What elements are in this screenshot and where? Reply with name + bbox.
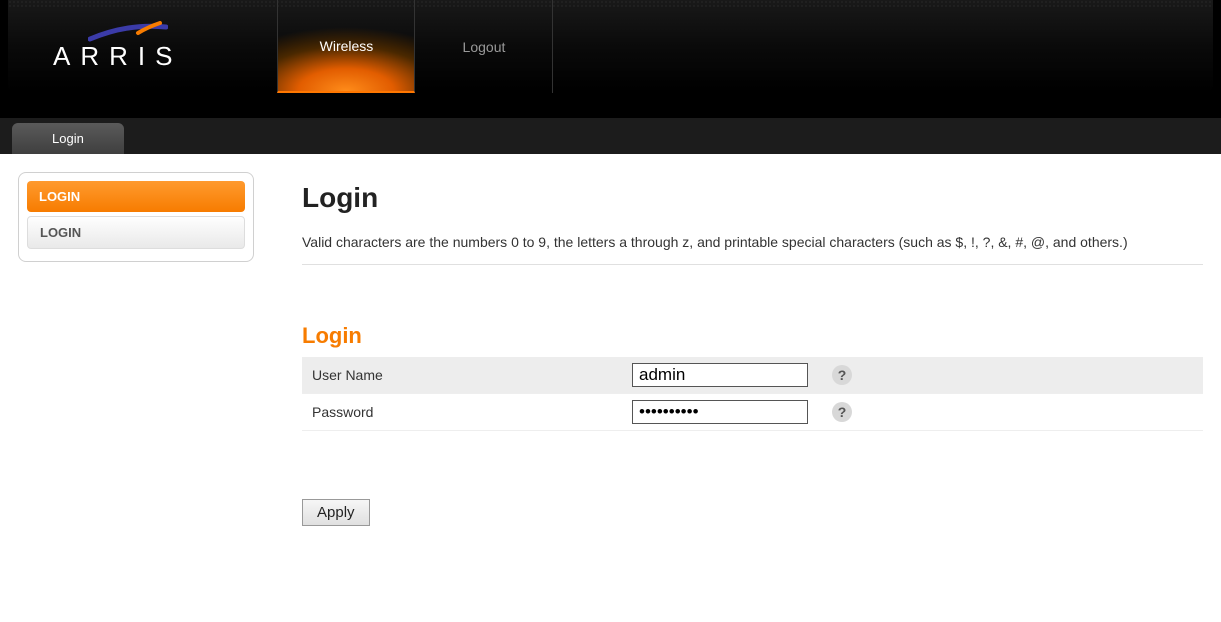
nav-tab-logout[interactable]: Logout: [415, 0, 553, 93]
sidebar-item-label: LOGIN: [39, 189, 80, 204]
password-input[interactable]: [632, 400, 808, 424]
username-input[interactable]: [632, 363, 808, 387]
header-bar: ARRIS Wireless Logout: [8, 0, 1213, 93]
nav-tab-label: Wireless: [320, 38, 374, 54]
sidebar: LOGIN LOGIN: [18, 172, 254, 262]
page-title: Login: [302, 182, 1203, 214]
form-row-username: User Name ?: [302, 357, 1203, 394]
main-content: Login Valid characters are the numbers 0…: [254, 172, 1213, 622]
apply-button[interactable]: Apply: [302, 499, 370, 526]
subnav-tab-login[interactable]: Login: [12, 123, 124, 154]
sidebar-item-login-active[interactable]: LOGIN: [27, 181, 245, 212]
sub-header: Login: [0, 118, 1221, 154]
main-nav: Wireless Logout: [277, 0, 553, 93]
nav-tab-wireless[interactable]: Wireless: [277, 0, 415, 93]
nav-tab-label: Logout: [463, 39, 506, 55]
password-label: Password: [302, 394, 622, 431]
login-form: User Name ? Password ?: [302, 357, 1203, 431]
sidebar-item-label: LOGIN: [40, 225, 81, 240]
username-label: User Name: [302, 357, 622, 394]
form-section-title: Login: [302, 323, 1203, 349]
arris-swoosh-icon: [88, 21, 168, 43]
brand-logo: ARRIS: [53, 21, 182, 72]
sidebar-item-login[interactable]: LOGIN: [27, 216, 245, 249]
content-area: LOGIN LOGIN Login Valid characters are t…: [0, 154, 1221, 622]
page-description: Valid characters are the numbers 0 to 9,…: [302, 234, 1203, 265]
brand-name: ARRIS: [53, 41, 182, 72]
subnav-label: Login: [52, 131, 84, 146]
form-row-password: Password ?: [302, 394, 1203, 431]
help-icon[interactable]: ?: [832, 365, 852, 385]
help-icon[interactable]: ?: [832, 402, 852, 422]
